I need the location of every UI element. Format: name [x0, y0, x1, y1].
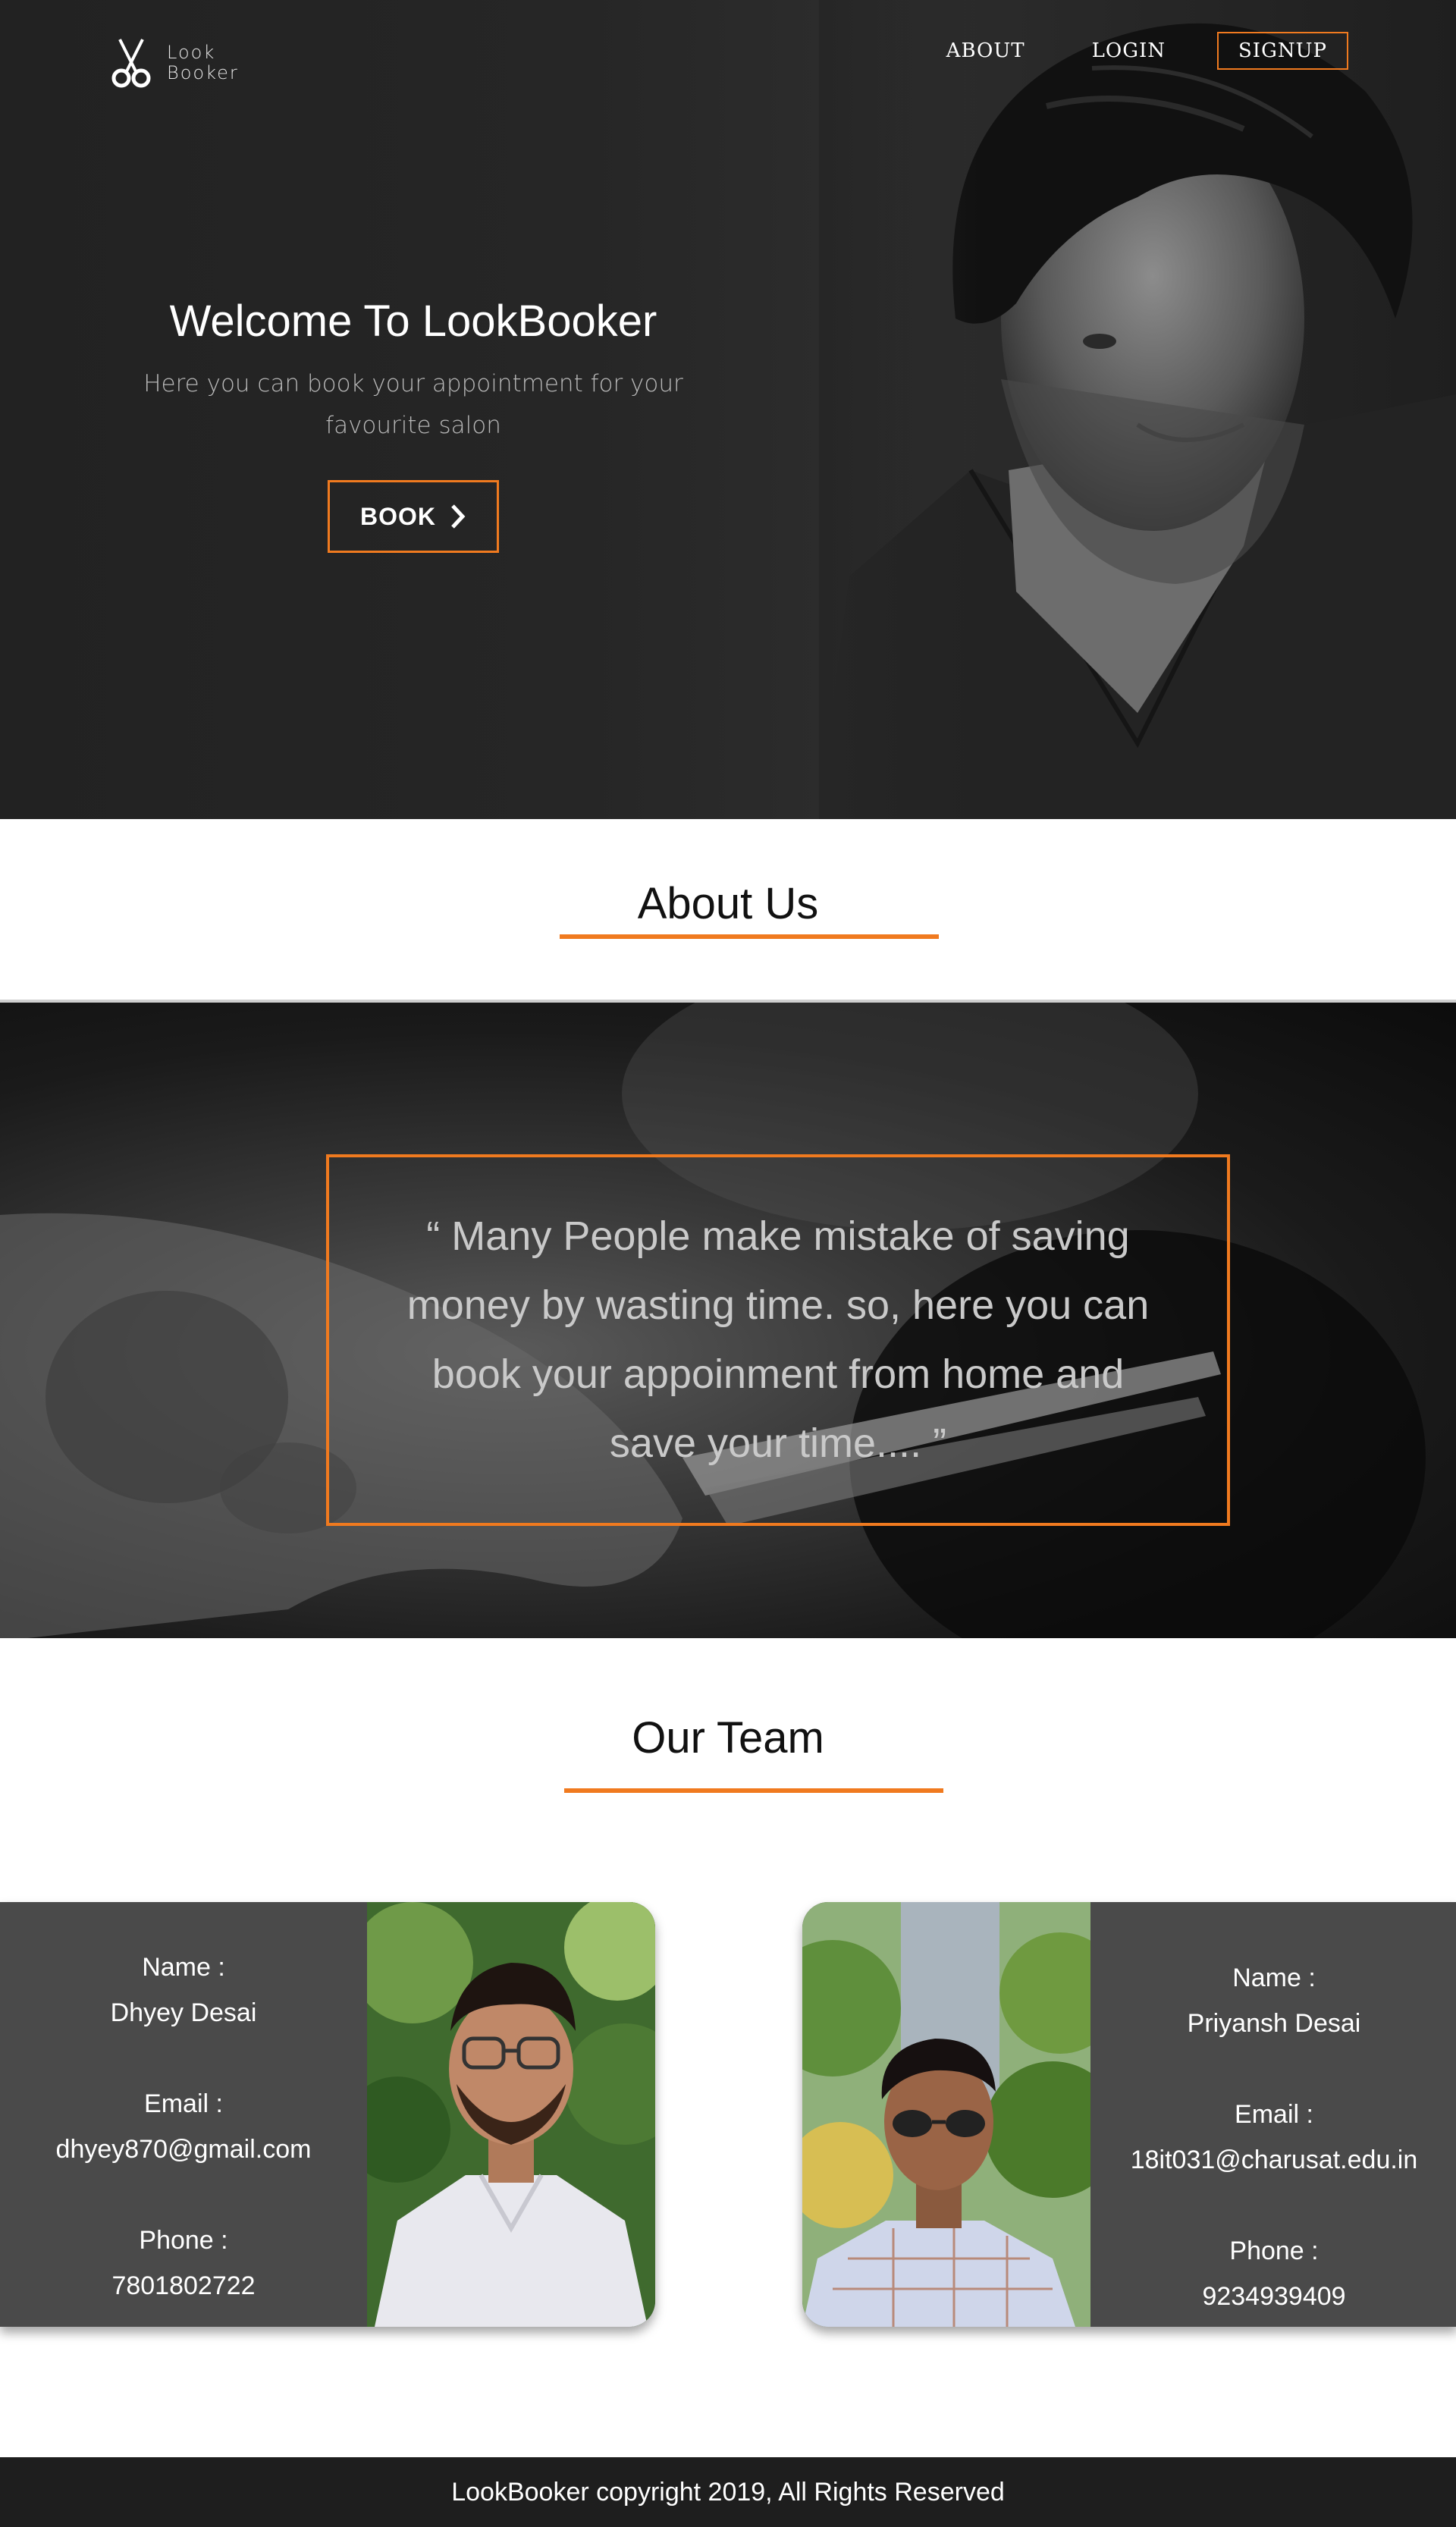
book-button-label: BOOK — [360, 502, 436, 530]
name-label: Name : — [142, 1953, 225, 1982]
about-heading: About Us — [637, 879, 819, 928]
quote-text: “ Many People make mistake of saving mon… — [406, 1213, 1150, 1466]
hero-subtitle: Here you can book your appointment for y… — [143, 370, 683, 439]
member-phone: 9234939409 — [1202, 2282, 1346, 2311]
logo-line-2: Booker — [167, 62, 239, 83]
team-heading-wrap: Our Team — [0, 1712, 1456, 1763]
about-heading-wrap: About Us — [0, 878, 1456, 929]
nav-about-link[interactable]: ABOUT — [946, 39, 1025, 62]
member-phone: 7801802722 — [111, 2271, 256, 2300]
member-photo — [802, 1902, 1090, 2327]
team-heading-underline — [564, 1788, 943, 1793]
site-logo[interactable]: Look Booker — [109, 38, 239, 88]
book-button[interactable]: BOOK — [328, 480, 499, 553]
team-card-info: Name : Dhyey Desai Email : dhyey870@gmai… — [0, 1902, 367, 2327]
about-heading-underline — [560, 934, 939, 939]
member-name: Dhyey Desai — [110, 1998, 257, 2027]
member-name: Priyansh Desai — [1187, 2009, 1361, 2038]
email-label: Email : — [144, 2089, 223, 2118]
hero-title: Welcome To LookBooker — [169, 297, 657, 346]
chevron-right-icon — [451, 504, 466, 529]
logo-text: Look Booker — [167, 42, 239, 83]
member-email: 18it031@charusat.edu.in — [1130, 2146, 1418, 2174]
phone-label: Phone : — [1229, 2237, 1319, 2265]
email-label: Email : — [1235, 2100, 1313, 2129]
nav-signup-button[interactable]: SIGNUP — [1216, 32, 1348, 70]
team-heading: Our Team — [632, 1713, 824, 1763]
nav-login-link[interactable]: LOGIN — [1092, 39, 1166, 62]
quote-band: “ Many People make mistake of saving mon… — [0, 1000, 1456, 1638]
top-nav: ABOUT LOGIN SIGNUP — [880, 32, 1348, 70]
team-card-priyansh: Name : Priyansh Desai Email : 18it031@ch… — [802, 1902, 1456, 2327]
team-card-info: Name : Priyansh Desai Email : 18it031@ch… — [1090, 1902, 1456, 2327]
hero-model-photo — [819, 0, 1456, 819]
phone-label: Phone : — [139, 2226, 228, 2255]
name-label: Name : — [1232, 1964, 1316, 1992]
quote-box: “ Many People make mistake of saving mon… — [326, 1154, 1230, 1526]
site-footer: LookBooker copyright 2019, All Rights Re… — [0, 2457, 1456, 2527]
footer-copyright: LookBooker copyright 2019, All Rights Re… — [451, 2478, 1005, 2507]
hero-section: Look Booker ABOUT LOGIN SIGNUP Welcome T… — [0, 0, 1456, 819]
hero-content: Welcome To LookBooker Here you can book … — [114, 296, 713, 553]
member-email: dhyey870@gmail.com — [55, 2135, 312, 2164]
logo-line-1: Look — [167, 42, 216, 63]
member-photo — [367, 1902, 655, 2327]
scissors-icon — [111, 39, 151, 88]
team-card-dhyey: Name : Dhyey Desai Email : dhyey870@gmai… — [0, 1902, 655, 2327]
